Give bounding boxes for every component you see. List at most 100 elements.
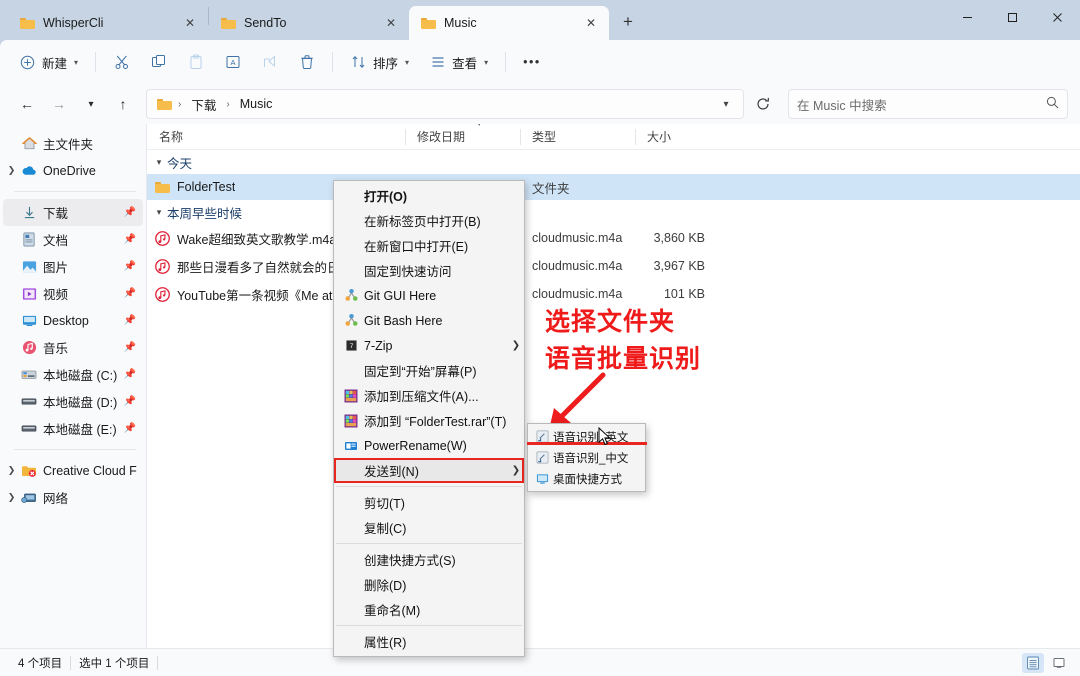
sidebar-item-pictures[interactable]: 图片 📌 — [3, 253, 143, 280]
chevron-down-icon: ▾ — [484, 57, 489, 67]
m4a-icon — [155, 258, 170, 274]
more-options-label: ••• — [523, 55, 541, 69]
sort-button[interactable]: 排序 ▾ — [341, 46, 418, 78]
sidebar-item-drive-c[interactable]: 本地磁盘 (C:) 📌 — [3, 361, 143, 388]
context-menu-item-open[interactable]: 打开(O) — [334, 183, 524, 208]
table-row[interactable]: FolderTest 文件夹 — [147, 174, 1080, 200]
pin-icon[interactable]: 📌 — [123, 369, 137, 380]
maximize-button[interactable] — [990, 0, 1035, 34]
back-button[interactable]: ← — [12, 89, 42, 119]
tab-whispercli[interactable]: WhisperCli ✕ — [8, 6, 208, 40]
sidebar-item-home[interactable]: 主文件夹 — [3, 130, 143, 157]
context-menu-item-cut[interactable]: 剪切(T) — [334, 490, 524, 515]
chevron-down-icon[interactable]: ▾ — [151, 157, 167, 168]
new-button[interactable]: 新建 ▾ — [10, 46, 87, 78]
pin-icon[interactable]: 📌 — [123, 315, 137, 326]
sidebar-item-creative-cloud-files[interactable]: ❯ Creative Cloud Files — [3, 457, 143, 484]
pin-icon[interactable]: 📌 — [123, 261, 137, 272]
sidebar-item-desktop[interactable]: Desktop 📌 — [3, 307, 143, 334]
column-header-date[interactable]: 修改日期 — [405, 124, 520, 150]
new-tab-button[interactable]: + — [613, 7, 643, 37]
submenu-item-desktop-shortcut[interactable]: 桌面快捷方式 — [528, 468, 645, 489]
table-row[interactable]: Wake超细致英文歌教学.m4a cloudmusic.m4a 3,860 KB — [147, 224, 1080, 252]
documents-icon — [20, 232, 38, 247]
new-button-label: 新建 — [42, 56, 68, 71]
context-menu-item-add-to-archive[interactable]: 添加到压缩文件(A)... — [334, 383, 524, 408]
close-button[interactable] — [1035, 0, 1080, 34]
context-menu-item-label: 打开(O) — [364, 190, 408, 204]
pin-icon[interactable]: 📌 — [123, 288, 137, 299]
sidebar-item-drive-d[interactable]: 本地磁盘 (D:) 📌 — [3, 388, 143, 415]
sidebar-item-music[interactable]: 音乐 📌 — [3, 334, 143, 361]
cut-button[interactable] — [104, 46, 139, 78]
context-menu-item-open-new-window[interactable]: 在新窗口中打开(E) — [334, 233, 524, 258]
pin-icon[interactable]: 📌 — [123, 423, 137, 434]
chevron-right-icon[interactable]: ❯ — [3, 165, 20, 176]
context-menu-item-7zip[interactable]: 7 7-Zip ❯ — [334, 333, 524, 358]
context-menu-item-create-shortcut[interactable]: 创建快捷方式(S) — [334, 547, 524, 572]
chevron-right-icon[interactable]: ❯ — [3, 492, 20, 503]
context-menu-item-pin-to-start[interactable]: 固定到“开始”屏幕(P) — [334, 358, 524, 383]
tab-sendto[interactable]: SendTo ✕ — [209, 6, 409, 40]
large-icons-view-icon[interactable] — [1048, 653, 1070, 673]
breadcrumb-music[interactable]: Music — [236, 95, 277, 113]
sidebar-item-videos[interactable]: 视频 📌 — [3, 280, 143, 307]
pin-icon[interactable]: 📌 — [123, 207, 137, 218]
chevron-down-icon[interactable]: ▾ — [713, 91, 739, 117]
minimize-button[interactable] — [945, 0, 990, 34]
sidebar-item-label: 视频 — [43, 288, 69, 302]
share-button[interactable] — [252, 46, 287, 78]
tab-label: Music — [444, 16, 477, 30]
pin-icon[interactable]: 📌 — [123, 342, 137, 353]
context-menu-item-pin-quick-access[interactable]: 固定到快速访问 — [334, 258, 524, 283]
context-menu-item-copy[interactable]: 复制(C) — [334, 515, 524, 540]
context-menu-item-powerrename[interactable]: PowerRename(W) — [334, 433, 524, 458]
delete-button[interactable] — [289, 46, 324, 78]
context-menu-item-delete[interactable]: 删除(D) — [334, 572, 524, 597]
rename-button[interactable]: A — [215, 46, 250, 78]
context-menu-item-add-to-foldertest-rar[interactable]: 添加到 “FolderTest.rar”(T) — [334, 408, 524, 433]
chevron-down-icon[interactable]: ▾ — [151, 207, 167, 218]
context-menu-item-open-new-tab[interactable]: 在新标签页中打开(B) — [334, 208, 524, 233]
table-row[interactable]: 那些日漫看多了自然就会的日语~. cloudmusic.m4a 3,967 KB — [147, 252, 1080, 280]
context-menu-item-rename[interactable]: 重命名(M) — [334, 597, 524, 622]
column-header-size[interactable]: 大小 — [635, 124, 715, 150]
sidebar-item-onedrive[interactable]: ❯ OneDrive — [3, 157, 143, 184]
up-button[interactable]: ↑ — [108, 89, 138, 119]
details-view-icon[interactable] — [1022, 652, 1044, 673]
copy-button[interactable] — [141, 46, 176, 78]
context-menu-item-git-bash-here[interactable]: Git Bash Here — [334, 308, 524, 333]
context-menu-item-git-gui-here[interactable]: Git GUI Here — [334, 283, 524, 308]
sidebar-item-downloads[interactable]: 下载 📌 — [3, 199, 143, 226]
cloud-icon — [20, 164, 38, 177]
pin-icon[interactable]: 📌 — [123, 234, 137, 245]
sidebar-item-network[interactable]: ❯ 网络 — [3, 484, 143, 511]
close-icon[interactable]: ✕ — [381, 13, 401, 33]
column-header-type[interactable]: 类型 — [520, 124, 635, 150]
recent-locations-button[interactable]: ▾ — [76, 89, 106, 119]
address-bar[interactable]: › 下载 › Music ▾ — [146, 89, 744, 119]
group-header-today[interactable]: ▾ 今天 — [147, 150, 1080, 174]
group-header-earlier-this-week[interactable]: ▾ 本周早些时候 — [147, 200, 1080, 224]
close-icon[interactable]: ✕ — [180, 13, 200, 33]
submenu-item-speech-recognition-chinese[interactable]: 语音识别_中文 — [528, 447, 645, 468]
more-options-button[interactable]: ••• — [514, 46, 550, 78]
sidebar-item-drive-e[interactable]: 本地磁盘 (E:) 📌 — [3, 415, 143, 442]
context-menu-item-properties[interactable]: 属性(R) — [334, 629, 524, 654]
pin-icon[interactable]: 📌 — [123, 396, 137, 407]
context-menu-item-label: 属性(R) — [364, 636, 407, 650]
breadcrumb-downloads[interactable]: 下载 — [187, 93, 220, 116]
chevron-right-icon[interactable]: ❯ — [3, 465, 20, 476]
column-header-name[interactable]: 名称 — [147, 124, 405, 150]
sidebar-item-documents[interactable]: 文档 📌 — [3, 226, 143, 253]
view-button[interactable]: 查看 ▾ — [420, 46, 497, 78]
refresh-button[interactable] — [748, 89, 778, 119]
search-input[interactable]: 在 Music 中搜索 — [797, 95, 887, 114]
context-menu-item-send-to[interactable]: 发送到(N) ❯ — [334, 458, 524, 483]
file-name-label: Wake超细致英文歌教学.m4a — [177, 232, 337, 247]
search-box[interactable]: 在 Music 中搜索 — [788, 89, 1068, 119]
forward-button[interactable]: → — [44, 89, 74, 119]
tab-music[interactable]: Music ✕ — [409, 6, 609, 40]
close-icon[interactable]: ✕ — [581, 13, 601, 33]
paste-button[interactable] — [178, 46, 213, 78]
